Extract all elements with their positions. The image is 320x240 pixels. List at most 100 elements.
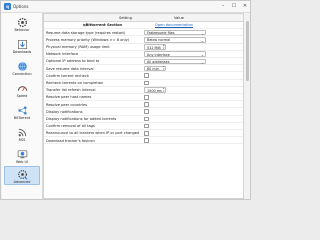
- setting-label: Confirm removal of all tags: [46, 124, 95, 129]
- value-checkbox[interactable]: [144, 109, 149, 115]
- sidebar-item-bittorrent[interactable]: BitTorrent: [4, 103, 40, 122]
- sidebar-item-label: Downloads: [12, 50, 32, 54]
- table-row: Download tracker's favicon: [44, 137, 243, 145]
- setting-label: Display notifications: [46, 109, 83, 114]
- webui-icon: [17, 149, 28, 159]
- sidebar-item-advanced[interactable]: Advanced: [4, 166, 40, 185]
- table-row: Physical memory (RAM) usage limit 512 MiB…: [44, 44, 243, 51]
- scrollbar-thumb[interactable]: [245, 21, 249, 81]
- vertical-scrollbar[interactable]: [244, 13, 250, 199]
- value-spinbox[interactable]: 60 min ▴ ▾: [144, 65, 166, 72]
- maximize-button[interactable]: ☐: [230, 3, 238, 10]
- value-checkbox[interactable]: [144, 116, 149, 122]
- setting-label: Network interface: [46, 52, 79, 57]
- spin-arrows-icon[interactable]: ▴ ▾: [163, 44, 164, 51]
- spinbox-value: 60 min: [147, 67, 159, 72]
- sidebar-item-web-ui[interactable]: Web UI: [4, 147, 40, 166]
- value-dropdown[interactable]: Any interface ⌄: [144, 51, 206, 57]
- options-sidebar: Behavior Downloads Connection Speed BitTorre…: [2, 13, 43, 199]
- table-row: Confirm torrent recheck: [44, 72, 243, 80]
- table-row: Network interface Any interface ⌄: [44, 51, 243, 58]
- advanced-icon: [17, 169, 28, 180]
- spin-arrows-icon[interactable]: ▴ ▾: [163, 65, 164, 72]
- chevron-down-icon: ⌄: [200, 59, 204, 65]
- setting-label: Reannounce to all trackers when IP or po…: [46, 131, 140, 136]
- table-row: Process memory priority (Windows >= 8 on…: [44, 36, 243, 44]
- table-row: Display notifications for added torrents: [44, 116, 243, 123]
- settings-table: Setting Value qBittorrent Section Open do…: [43, 13, 244, 199]
- close-button[interactable]: ✕: [241, 3, 249, 10]
- table-header: Setting Value: [44, 14, 243, 22]
- table-row: Display notifications: [44, 108, 243, 116]
- chevron-down-icon: ⌄: [200, 52, 204, 58]
- setting-label: Download tracker's favicon: [46, 138, 95, 143]
- section-label: qBittorrent Section: [83, 23, 123, 28]
- setting-label: Resolve peer host names: [46, 95, 92, 100]
- sidebar-item-behavior[interactable]: Behavior: [4, 15, 40, 34]
- table-row: Optional IP address to bind to All addres…: [44, 58, 243, 66]
- app-logo-icon: q: [4, 3, 11, 10]
- sidebar-item-label: Behavior: [14, 28, 30, 32]
- setting-label: Save resume data interval: [46, 66, 94, 71]
- value-checkbox[interactable]: [144, 73, 149, 79]
- sidebar-item-label: RSS: [18, 138, 26, 142]
- value-dropdown[interactable]: All addresses ⌄: [144, 58, 206, 65]
- section-row-qbittorrent: qBittorrent Section Open documentation: [44, 22, 243, 30]
- value-spinbox[interactable]: 1500 ms ▴ ▾: [144, 87, 166, 93]
- dropdown-value: Any interface: [147, 52, 170, 57]
- value-checkbox[interactable]: [144, 102, 149, 107]
- setting-label: Resolve peer countries: [46, 102, 88, 107]
- open-documentation-link[interactable]: Open documentation: [155, 23, 193, 27]
- sidebar-item-label: BitTorrent: [13, 116, 31, 120]
- sidebar-item-rss[interactable]: RSS: [4, 125, 40, 144]
- setting-label: Confirm torrent recheck: [46, 73, 89, 78]
- table-row: Resolve peer countries: [44, 101, 243, 109]
- advanced-settings-panel: Setting Value qBittorrent Section Open do…: [43, 13, 250, 199]
- value-spinbox[interactable]: 512 MiB ▴ ▾: [144, 44, 166, 50]
- speed-icon: [17, 83, 28, 93]
- sidebar-item-downloads[interactable]: Downloads: [4, 37, 40, 56]
- value-checkbox[interactable]: [144, 95, 149, 100]
- setting-label: Display notifications for added torrents: [46, 116, 117, 121]
- setting-label: Physical memory (RAM) usage limit: [46, 44, 110, 49]
- table-row: Resume data storage type (requires resta…: [44, 29, 243, 37]
- table-row: Confirm removal of all tags: [44, 123, 243, 130]
- setting-label: Recheck torrents on completion: [46, 80, 104, 85]
- setting-label: Resume data storage type (requires resta…: [46, 30, 126, 35]
- download-icon: [17, 39, 28, 49]
- rss-icon: [17, 127, 28, 137]
- table-row: Resolve peer host names: [44, 94, 243, 102]
- value-dropdown[interactable]: Below normal ⌄: [144, 36, 206, 43]
- value-dropdown[interactable]: Fastresume files ⌄: [144, 29, 206, 36]
- table-row: Transfer list refresh interval 1500 ms ▴ ▾: [44, 87, 243, 94]
- bittorrent-icon: [17, 105, 28, 115]
- value-checkbox[interactable]: [144, 123, 149, 129]
- column-header-value[interactable]: Value: [174, 16, 184, 20]
- sidebar-item-label: Connection: [12, 72, 32, 76]
- setting-label: Transfer list refresh interval: [46, 88, 96, 93]
- spin-arrows-icon[interactable]: ▴ ▾: [163, 87, 164, 94]
- dropdown-value: All addresses: [147, 60, 170, 65]
- title-bar: q Options – ☐ ✕: [1, 1, 250, 13]
- dropdown-value: Below normal: [147, 38, 171, 43]
- value-checkbox[interactable]: [144, 131, 149, 136]
- gear-icon: [17, 17, 28, 28]
- value-checkbox[interactable]: [144, 80, 149, 86]
- chevron-down-icon: ⌄: [200, 37, 204, 43]
- value-checkbox[interactable]: [144, 138, 149, 143]
- spinbox-value: 512 MiB: [147, 45, 161, 50]
- spinbox-value: 1500 ms: [147, 88, 162, 93]
- table-row: Reannounce to all trackers when IP or po…: [44, 130, 243, 138]
- setting-label: Optional IP address to bind to: [46, 59, 100, 64]
- sidebar-item-speed[interactable]: Speed: [4, 81, 40, 100]
- setting-label: Process memory priority (Windows >= 8 on…: [46, 37, 130, 42]
- window-title: Options: [13, 4, 29, 9]
- sidebar-item-connection[interactable]: Connection: [4, 59, 40, 78]
- minimize-button[interactable]: –: [219, 3, 227, 10]
- table-row: Save resume data interval 60 min ▴ ▾: [44, 65, 243, 73]
- sidebar-item-label: Web UI: [16, 160, 28, 164]
- options-window: q Options – ☐ ✕ Behavior Downloads Connect…: [0, 0, 251, 200]
- sidebar-item-label: Advanced: [13, 180, 31, 184]
- column-header-setting[interactable]: Setting: [119, 16, 132, 20]
- dropdown-value: Fastresume files: [147, 31, 175, 36]
